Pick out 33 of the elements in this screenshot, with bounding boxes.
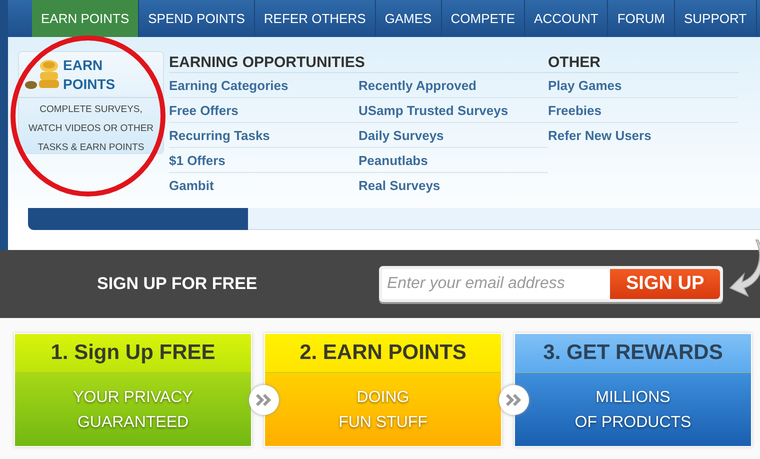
step-title: 1. Sign Up FREE xyxy=(50,340,216,366)
step-title: 2. EARN POINTS xyxy=(300,340,466,366)
menu-link[interactable]: Gambit xyxy=(169,173,358,198)
menu-link[interactable]: Play Games xyxy=(548,73,738,98)
menu-link[interactable]: Recurring Tasks xyxy=(169,123,358,148)
step-text: MILLIONS xyxy=(596,388,670,408)
menu-heading: EARNING OPPORTUNITIES xyxy=(169,49,549,73)
step-text: YOUR PRIVACY xyxy=(73,388,193,408)
nav-tab[interactable]: EARN POINTS xyxy=(32,0,140,37)
menu-link[interactable]: Earning Categories xyxy=(169,73,358,98)
menu-heading: OTHER xyxy=(548,49,739,73)
promo-title: POINTS xyxy=(63,75,116,94)
signup-label: SIGN UP FOR FREE xyxy=(97,273,258,296)
menu-link[interactable]: Freebies xyxy=(548,98,738,123)
step-text: FUN STUFF xyxy=(338,412,428,432)
menu-link[interactable]: Peanutlabs xyxy=(358,148,548,173)
promo-description: COMPLETE SURVEYS, WATCH VIDEOS OR OTHER TASKS & EARN POINTS xyxy=(27,103,155,155)
coins-icon xyxy=(25,58,61,92)
menu-link[interactable]: Real Surveys xyxy=(358,173,548,198)
email-field[interactable]: Enter your email address xyxy=(382,269,610,299)
signup-button[interactable]: SIGN UP xyxy=(610,269,720,299)
promo-card[interactable]: EARN POINTS COMPLETE SURVEYS, WATCH VIDEOS OR OTHER TASKS & EARN POINTS xyxy=(18,51,164,154)
menu-link[interactable]: Refer New Users xyxy=(548,123,738,148)
step-text: GUARANTEED xyxy=(77,412,189,432)
menu-link[interactable]: $1 Offers xyxy=(169,148,358,173)
menu-link[interactable]: Recently Approved xyxy=(358,73,548,98)
menu-link[interactable]: USamp Trusted Surveys xyxy=(358,98,548,123)
promo-title: EARN xyxy=(63,56,104,75)
menu-link[interactable]: Free Offers xyxy=(169,98,358,123)
step-text: DOING xyxy=(356,388,410,408)
step-text: OF PRODUCTS xyxy=(574,412,692,432)
menu-link[interactable]: Daily Surveys xyxy=(358,123,548,148)
step-title: 3. GET REWARDS xyxy=(543,340,723,366)
